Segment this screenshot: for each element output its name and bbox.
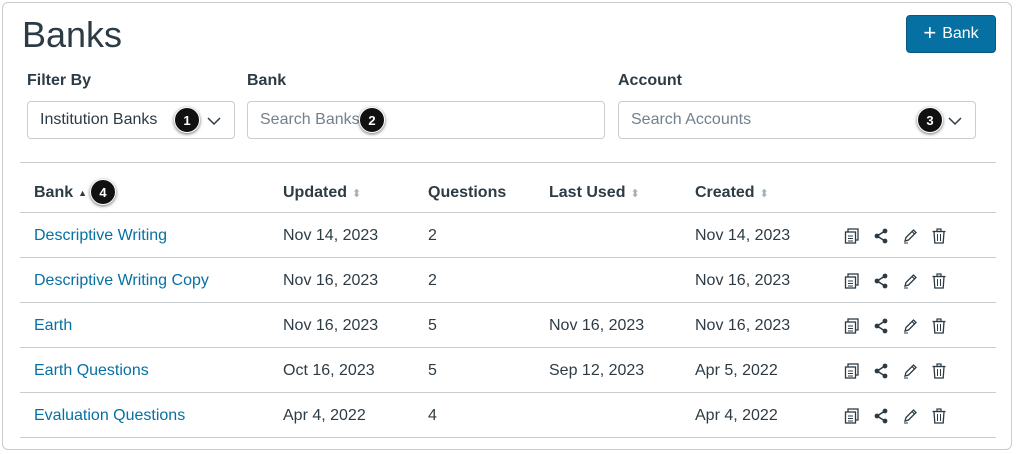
trash-icon[interactable] [930, 317, 948, 335]
account-search-placeholder: Search Accounts [631, 111, 752, 128]
question-count: 2 [428, 227, 437, 244]
column-header-last-used-label: Last Used [549, 184, 626, 201]
updated-date: Nov 16, 2023 [283, 272, 379, 289]
share-icon[interactable] [872, 272, 890, 290]
trash-icon[interactable] [930, 227, 948, 245]
copy-icon[interactable] [843, 272, 861, 290]
edit-icon[interactable] [901, 362, 919, 380]
row-divider [20, 347, 996, 348]
plus-icon: + [923, 20, 937, 45]
created-date: Nov 16, 2023 [695, 317, 791, 334]
row-actions [843, 227, 948, 245]
question-count: 5 [428, 317, 437, 334]
edit-icon[interactable] [901, 227, 919, 245]
question-count: 4 [428, 407, 437, 424]
row-divider [20, 437, 996, 438]
question-count: 2 [428, 272, 437, 289]
bank-name-link[interactable]: Earth [34, 317, 72, 335]
share-icon[interactable] [872, 227, 890, 245]
updated-date: Nov 16, 2023 [283, 317, 379, 334]
sort-icon: ⬍ [630, 187, 640, 200]
created-date: Nov 16, 2023 [695, 272, 791, 289]
bank-name-link[interactable]: Evaluation Questions [34, 407, 185, 425]
trash-icon[interactable] [930, 407, 948, 425]
add-bank-label: Bank [942, 25, 979, 42]
share-icon[interactable] [872, 317, 890, 335]
callout-badge-4: 4 [90, 179, 116, 205]
copy-icon[interactable] [843, 317, 861, 335]
last-used-date: Nov 16, 2023 [549, 317, 645, 334]
column-header-bank[interactable]: Bank ▲ [34, 184, 87, 202]
bank-name-link[interactable]: Descriptive Writing Copy [34, 272, 209, 290]
column-header-updated-label: Updated [283, 184, 347, 201]
sort-ascending-icon: ▲ [78, 188, 88, 198]
last-used-date: Sep 12, 2023 [549, 362, 645, 379]
row-actions [843, 362, 948, 380]
chevron-down-icon [207, 117, 221, 126]
chevron-down-icon [948, 117, 962, 126]
copy-icon[interactable] [843, 227, 861, 245]
trash-icon[interactable] [930, 362, 948, 380]
updated-date: Apr 4, 2022 [283, 407, 366, 424]
filter-by-value: Institution Banks [40, 111, 158, 128]
bank-name-link[interactable]: Earth Questions [34, 362, 149, 380]
filter-by-select[interactable]: Institution Banks [27, 101, 235, 139]
account-label: Account [618, 72, 682, 89]
edit-icon[interactable] [901, 317, 919, 335]
edit-icon[interactable] [901, 407, 919, 425]
row-actions [843, 407, 948, 425]
column-header-created[interactable]: Created ⬍ [695, 184, 769, 202]
row-actions [843, 272, 948, 290]
column-header-last-used[interactable]: Last Used ⬍ [549, 184, 640, 202]
bank-name-link[interactable]: Descriptive Writing [34, 227, 167, 245]
add-bank-button[interactable]: + Bank [906, 15, 996, 53]
sort-icon: ⬍ [352, 187, 362, 200]
share-icon[interactable] [872, 407, 890, 425]
banks-panel [2, 2, 1012, 450]
bank-search-placeholder: Search Banks [260, 111, 360, 128]
created-date: Apr 4, 2022 [695, 407, 778, 424]
created-date: Nov 14, 2023 [695, 227, 791, 244]
share-icon[interactable] [872, 362, 890, 380]
row-divider [20, 392, 996, 393]
copy-icon[interactable] [843, 362, 861, 380]
callout-badge-3: 3 [917, 107, 943, 133]
bank-search-input[interactable]: Search Banks [247, 101, 605, 139]
trash-icon[interactable] [930, 272, 948, 290]
column-header-questions: Questions [428, 184, 506, 202]
copy-icon[interactable] [843, 407, 861, 425]
page-title: Banks [22, 14, 123, 55]
callout-badge-1: 1 [174, 107, 200, 133]
filter-by-label: Filter By [27, 72, 92, 89]
row-divider [20, 212, 996, 213]
column-header-updated[interactable]: Updated ⬍ [283, 184, 361, 202]
row-divider [20, 302, 996, 303]
column-header-bank-label: Bank [34, 184, 74, 201]
sort-icon: ⬍ [759, 187, 769, 200]
updated-date: Oct 16, 2023 [283, 362, 375, 379]
column-header-created-label: Created [695, 184, 755, 201]
updated-date: Nov 14, 2023 [283, 227, 379, 244]
edit-icon[interactable] [901, 272, 919, 290]
divider [20, 162, 996, 163]
created-date: Apr 5, 2022 [695, 362, 778, 379]
bank-search-label: Bank [247, 72, 287, 89]
callout-badge-2: 2 [359, 107, 385, 133]
row-actions [843, 317, 948, 335]
question-count: 5 [428, 362, 437, 379]
row-divider [20, 257, 996, 258]
column-header-questions-label: Questions [428, 184, 507, 201]
